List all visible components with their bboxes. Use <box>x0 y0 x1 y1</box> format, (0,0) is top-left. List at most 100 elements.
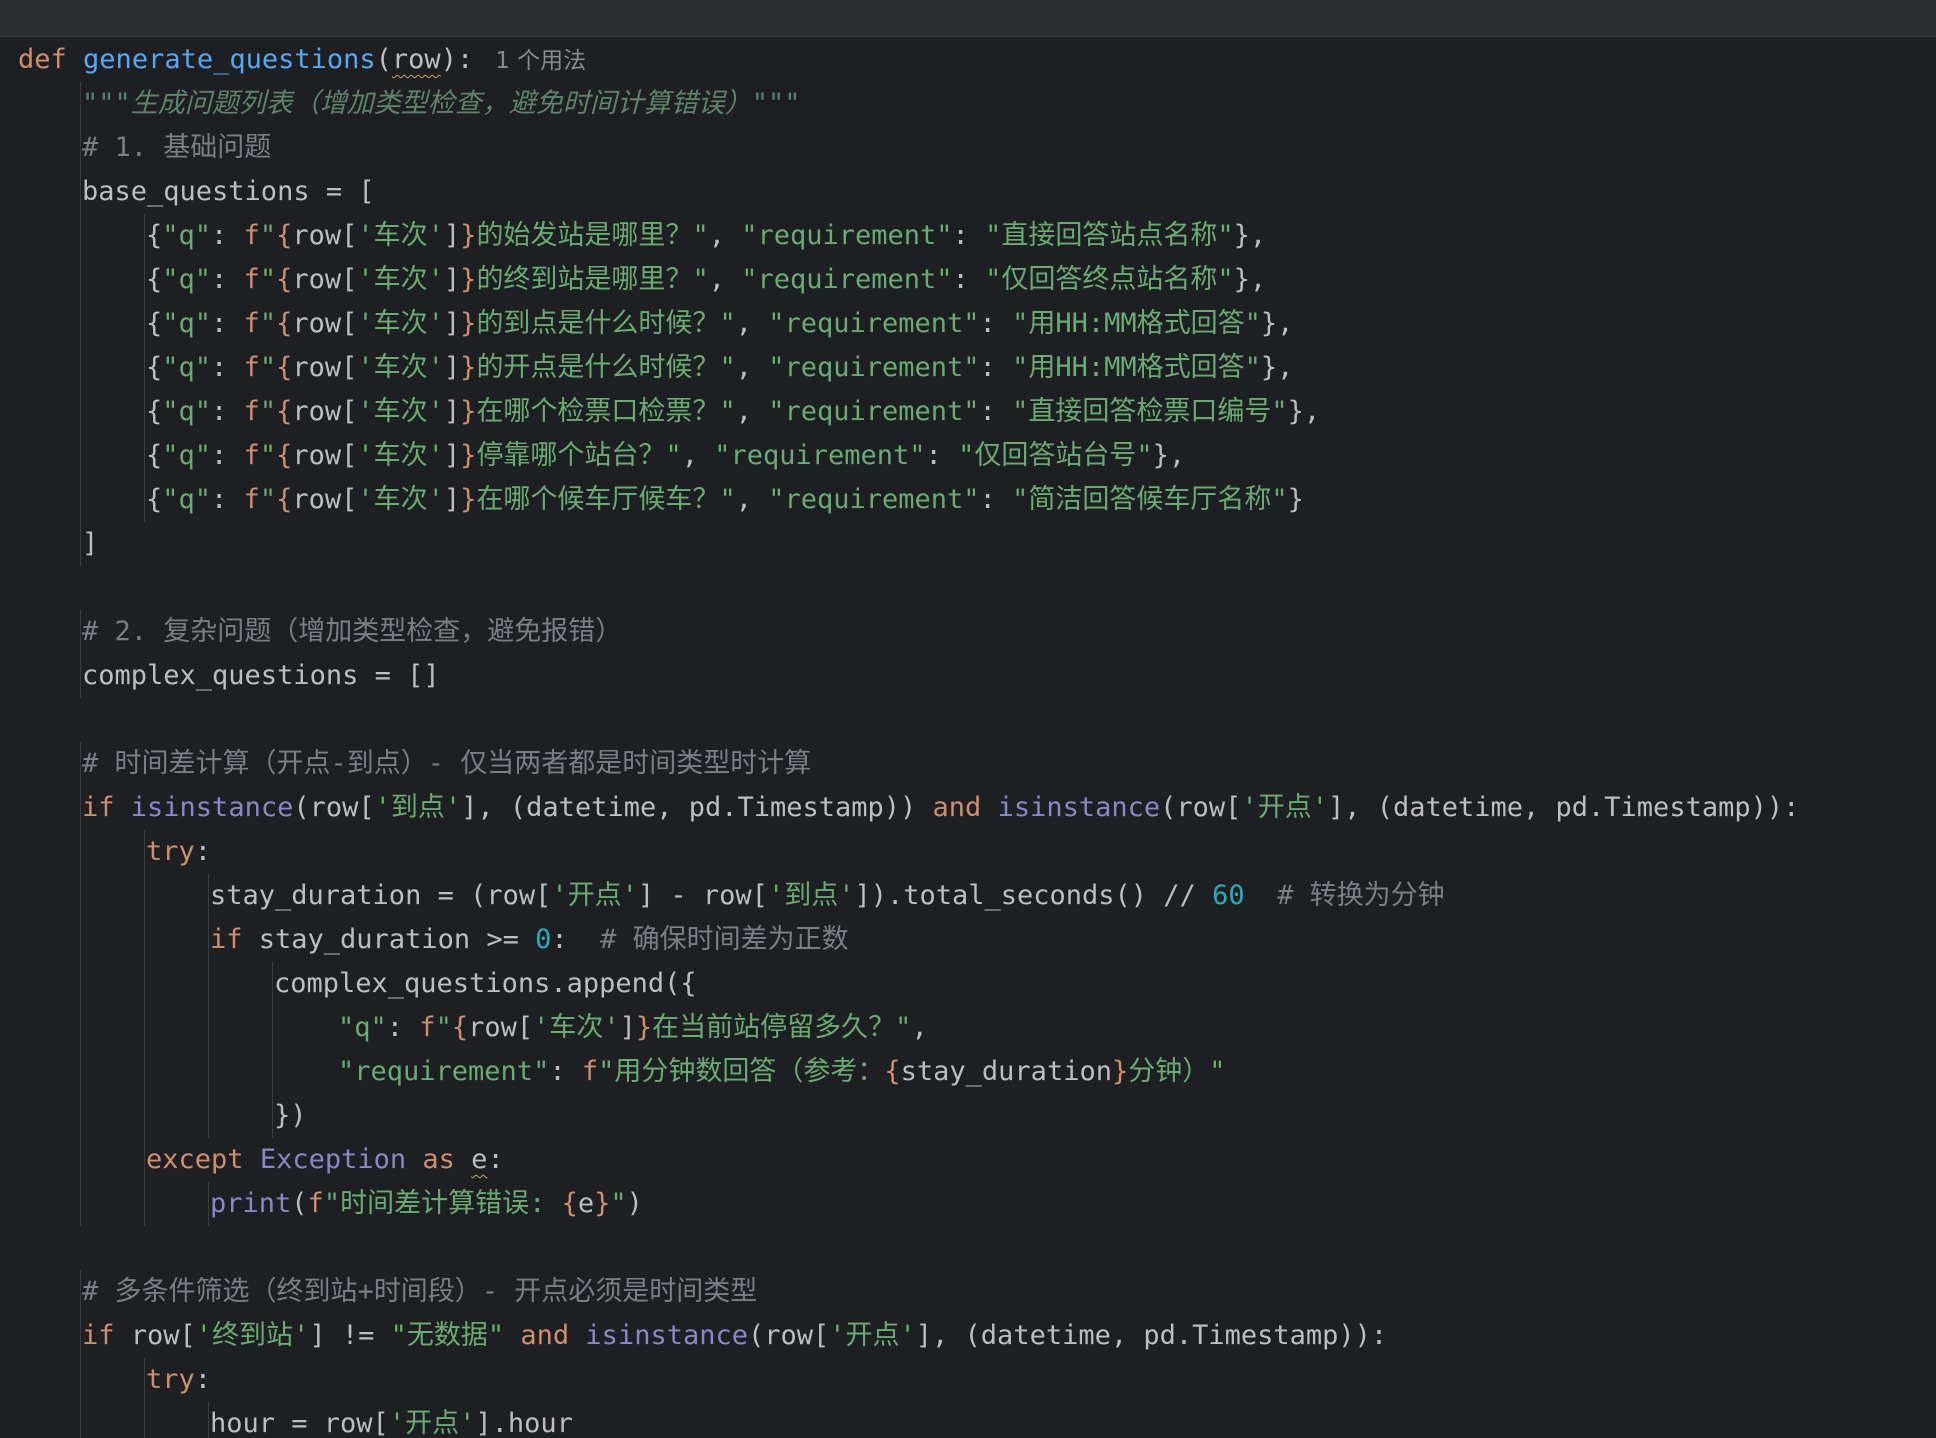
indent-guide <box>80 1182 81 1226</box>
indent-guide <box>144 1006 145 1050</box>
indent-guide <box>144 434 145 478</box>
indent-guide <box>80 1402 81 1438</box>
code-editor[interactable]: def generate_questions(row): 1 个用法 """生成问题… <box>0 0 1936 1438</box>
indent-guide <box>208 1050 209 1094</box>
code-line[interactable]: "requirement": f"用分钟数回答（参考：{stay_duratio… <box>0 1050 1936 1094</box>
indent-guide <box>80 214 81 258</box>
indent-guide <box>80 126 81 170</box>
code-line[interactable]: print(f"时间差计算错误: {e}") <box>0 1182 1936 1226</box>
code-text: except Exception as e: <box>146 1144 504 1175</box>
indent-guide <box>80 1270 81 1314</box>
code-line[interactable]: }) <box>0 1094 1936 1138</box>
indent-guide <box>144 1402 145 1438</box>
code-line[interactable]: def generate_questions(row): 1 个用法 <box>0 38 1936 82</box>
indent-guide <box>80 170 81 214</box>
indent-guide <box>80 1314 81 1358</box>
code-line[interactable]: ​ <box>0 698 1936 742</box>
indent-guide <box>80 1006 81 1050</box>
code-line[interactable]: except Exception as e: <box>0 1138 1936 1182</box>
indent-guide <box>144 390 145 434</box>
indent-guide <box>80 654 81 698</box>
code-text: print(f"时间差计算错误: {e}") <box>210 1188 643 1219</box>
code-line[interactable]: if isinstance(row['到点'], (datetime, pd.T… <box>0 786 1936 830</box>
indent-guide <box>272 962 273 1006</box>
indent-guide <box>144 1094 145 1138</box>
code-line[interactable]: if stay_duration >= 0: # 确保时间差为正数 <box>0 918 1936 962</box>
code-line[interactable]: ​ <box>0 566 1936 610</box>
code-text: {"q": f"{row['车次']}的终到站是哪里？", "requireme… <box>146 264 1267 295</box>
code-line[interactable]: # 时间差计算（开点-到点）- 仅当两者都是时间类型时计算 <box>0 742 1936 786</box>
indent-guide <box>144 962 145 1006</box>
indent-guide <box>144 918 145 962</box>
code-line[interactable]: {"q": f"{row['车次']}在哪个检票口检票？", "requirem… <box>0 390 1936 434</box>
code-line[interactable]: {"q": f"{row['车次']}的终到站是哪里？", "requireme… <box>0 258 1936 302</box>
indent-guide <box>144 302 145 346</box>
code-text: {"q": f"{row['车次']}的始发站是哪里？", "requireme… <box>146 220 1267 251</box>
code-line[interactable]: # 2. 复杂问题（增加类型检查，避免报错） <box>0 610 1936 654</box>
code-line[interactable]: {"q": f"{row['车次']}的开点是什么时候？", "requirem… <box>0 346 1936 390</box>
usage-hint[interactable]: 1 个用法 <box>495 48 586 74</box>
code-line[interactable]: {"q": f"{row['车次']}在哪个候车厅候车？", "requirem… <box>0 478 1936 522</box>
code-text: {"q": f"{row['车次']}的到点是什么时候？", "requirem… <box>146 308 1294 339</box>
code-line[interactable]: base_questions = [ <box>0 170 1936 214</box>
code-line[interactable]: complex_questions = [] <box>0 654 1936 698</box>
indent-guide <box>80 302 81 346</box>
indent-guide <box>80 874 81 918</box>
code-line[interactable]: try: <box>0 830 1936 874</box>
code-text: def generate_questions(row): <box>18 44 474 75</box>
indent-guide <box>80 918 81 962</box>
indent-guide <box>80 1138 81 1182</box>
code-line[interactable]: # 1. 基础问题 <box>0 126 1936 170</box>
code-text: {"q": f"{row['车次']}的开点是什么时候？", "requirem… <box>146 352 1294 383</box>
indent-guide <box>144 1050 145 1094</box>
code-area[interactable]: def generate_questions(row): 1 个用法 """生成问题… <box>0 38 1936 1438</box>
indent-guide <box>80 742 81 786</box>
code-line[interactable]: # 多条件筛选（终到站+时间段）- 开点必须是时间类型 <box>0 1270 1936 1314</box>
indent-guide <box>80 962 81 1006</box>
indent-guide <box>208 1006 209 1050</box>
code-line[interactable]: "q": f"{row['车次']}在当前站停留多久？", <box>0 1006 1936 1050</box>
code-line[interactable]: complex_questions.append({ <box>0 962 1936 1006</box>
code-line[interactable]: hour = row['开点'].hour <box>0 1402 1936 1438</box>
indent-guide <box>80 1050 81 1094</box>
indent-guide <box>80 390 81 434</box>
indent-guide <box>208 918 209 962</box>
indent-guide <box>80 346 81 390</box>
indent-guide <box>80 830 81 874</box>
code-line[interactable]: {"q": f"{row['车次']}停靠哪个站台？", "requiremen… <box>0 434 1936 478</box>
indent-guide <box>144 1182 145 1226</box>
code-text: # 2. 复杂问题（增加类型检查，避免报错） <box>82 616 623 647</box>
indent-guide <box>208 1182 209 1226</box>
code-text: complex_questions = [] <box>82 660 440 691</box>
indent-guide <box>272 1094 273 1138</box>
code-text: # 1. 基础问题 <box>82 132 272 163</box>
code-line[interactable]: ​ <box>0 1226 1936 1270</box>
indent-guide <box>144 874 145 918</box>
indent-guide <box>144 830 145 874</box>
code-text: """生成问题列表（增加类型检查，避免时间计算错误）""" <box>82 88 801 119</box>
indent-guide <box>80 82 81 126</box>
indent-guide <box>80 522 81 566</box>
indent-guide <box>144 214 145 258</box>
indent-guide <box>80 478 81 522</box>
code-text: # 时间差计算（开点-到点）- 仅当两者都是时间类型时计算 <box>82 748 812 779</box>
code-text: "requirement": f"用分钟数回答（参考：{stay_duratio… <box>338 1056 1226 1087</box>
indent-guide <box>272 1050 273 1094</box>
code-text: if stay_duration >= 0: # 确保时间差为正数 <box>210 924 849 955</box>
indent-guide <box>80 434 81 478</box>
indent-guide <box>144 346 145 390</box>
code-line[interactable]: ] <box>0 522 1936 566</box>
code-line[interactable]: if row['终到站'] != "无数据" and isinstance(ro… <box>0 1314 1936 1358</box>
code-line[interactable]: stay_duration = (row['开点'] - row['到点']).… <box>0 874 1936 918</box>
indent-guide <box>80 1094 81 1138</box>
code-text: hour = row['开点'].hour <box>210 1408 573 1438</box>
code-text: if isinstance(row['到点'], (datetime, pd.T… <box>82 792 1800 823</box>
code-line[interactable]: """生成问题列表（增加类型检查，避免时间计算错误）""" <box>0 82 1936 126</box>
indent-guide <box>144 1358 145 1402</box>
code-text: }) <box>274 1100 307 1131</box>
code-line[interactable]: try: <box>0 1358 1936 1402</box>
indent-guide <box>80 1358 81 1402</box>
code-text: if row['终到站'] != "无数据" and isinstance(ro… <box>82 1320 1388 1351</box>
code-line[interactable]: {"q": f"{row['车次']}的到点是什么时候？", "requirem… <box>0 302 1936 346</box>
code-line[interactable]: {"q": f"{row['车次']}的始发站是哪里？", "requireme… <box>0 214 1936 258</box>
